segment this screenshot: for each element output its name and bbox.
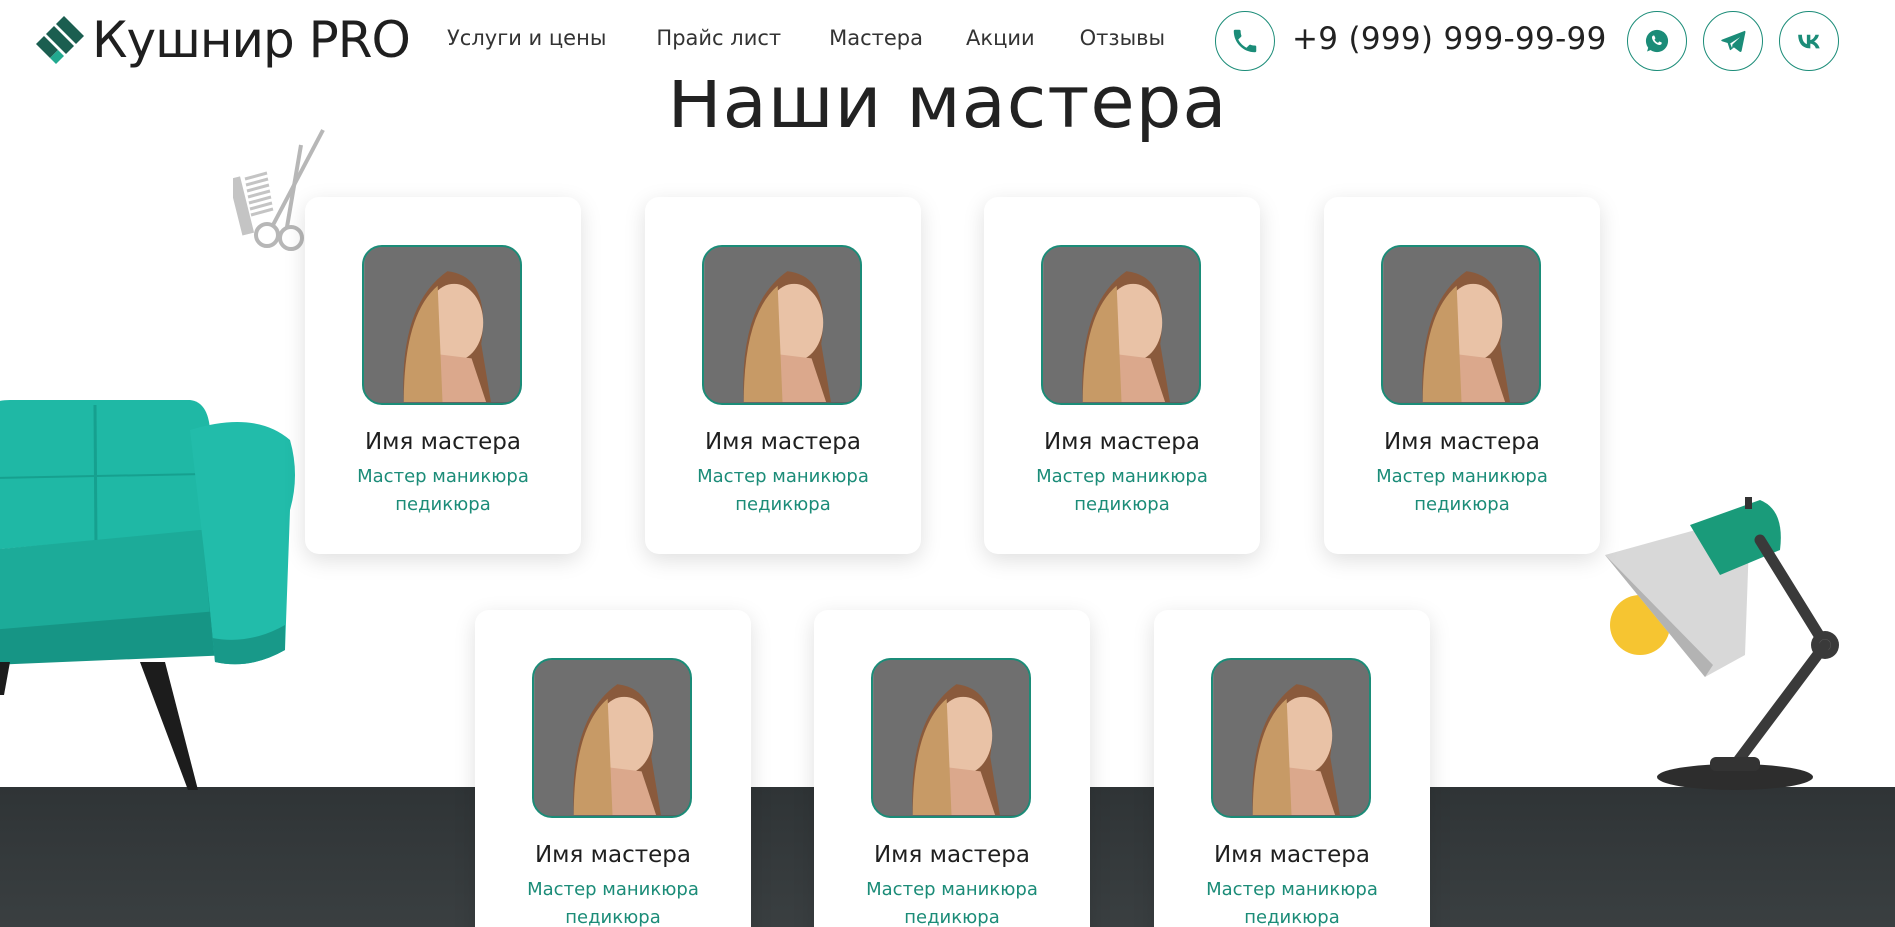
woman-portrait-icon — [1383, 247, 1539, 402]
telegram-icon — [1721, 30, 1746, 52]
woman-portrait-icon — [1213, 660, 1369, 815]
nav-item-promotions[interactable]: Акции — [966, 26, 1035, 50]
master-card[interactable]: Имя мастера Мастер маникюра педикюра — [984, 197, 1260, 554]
vk-button[interactable] — [1779, 11, 1839, 71]
master-role: Мастер маникюра педикюра — [866, 879, 1038, 927]
desk-lamp-illustration — [1605, 497, 1839, 790]
master-role: Мастер маникюра педикюра — [357, 466, 529, 515]
master-name: Имя мастера — [704, 429, 862, 455]
nav-item-reviews[interactable]: Отзывы — [1080, 26, 1165, 50]
site-header: Кушнир PRO Услуги и цены Прайс лист Маст… — [0, 0, 1895, 80]
master-avatar — [532, 658, 692, 818]
master-card[interactable]: Имя мастера Мастер маникюра педикюра — [305, 197, 581, 554]
master-avatar — [1041, 245, 1201, 405]
master-card[interactable]: Имя мастера Мастер маникюра педикюра — [814, 610, 1090, 927]
master-role: Мастер маникюра педикюра — [1036, 466, 1208, 515]
nav-item-services[interactable]: Услуги и цены — [447, 26, 606, 50]
master-card[interactable]: Имя мастера Мастер маникюра педикюра — [1154, 610, 1430, 927]
phone-button[interactable] — [1215, 11, 1275, 71]
master-role: Мастер маникюра педикюра — [527, 879, 699, 927]
master-avatar — [362, 245, 522, 405]
sofa-illustration — [0, 400, 295, 790]
woman-portrait-icon — [873, 660, 1029, 815]
master-avatar — [702, 245, 862, 405]
logo[interactable]: Кушнир PRO — [34, 11, 411, 69]
master-avatar — [1211, 658, 1371, 818]
woman-portrait-icon — [364, 247, 520, 402]
telegram-button[interactable] — [1703, 11, 1763, 71]
whatsapp-button[interactable] — [1627, 11, 1687, 71]
master-name: Имя мастера — [1213, 842, 1371, 868]
nav-item-masters[interactable]: Мастера — [829, 26, 923, 50]
master-role: Мастер маникюра педикюра — [697, 466, 869, 515]
phone-number[interactable]: +9 (999) 999-99-99 — [1292, 21, 1607, 57]
phone-icon — [1233, 29, 1257, 53]
whatsapp-icon — [1645, 29, 1669, 53]
master-role: Мастер маникюра педикюра — [1376, 466, 1548, 515]
master-card[interactable]: Имя мастера Мастер маникюра педикюра — [475, 610, 751, 927]
woman-portrait-icon — [534, 660, 690, 815]
vk-icon — [1798, 34, 1820, 49]
woman-portrait-icon — [704, 247, 860, 402]
diagonal-stripes-logo-icon — [36, 16, 84, 64]
master-name: Имя мастера — [1043, 429, 1201, 455]
master-name: Имя мастера — [364, 429, 522, 455]
nav-item-price-list[interactable]: Прайс лист — [656, 26, 781, 50]
master-role: Мастер маникюра педикюра — [1206, 879, 1378, 927]
main-nav: Услуги и цены Прайс лист Мастера Акции О… — [447, 26, 1215, 50]
master-card[interactable]: Имя мастера Мастер маникюра педикюра — [645, 197, 921, 554]
logo-text: Кушнир PRO — [92, 11, 411, 69]
master-name: Имя мастера — [1383, 429, 1541, 455]
master-card[interactable]: Имя мастера Мастер маникюра педикюра — [1324, 197, 1600, 554]
woman-portrait-icon — [1043, 247, 1199, 402]
master-name: Имя мастера — [534, 842, 692, 868]
master-avatar — [871, 658, 1031, 818]
master-name: Имя мастера — [873, 842, 1031, 868]
master-avatar — [1381, 245, 1541, 405]
